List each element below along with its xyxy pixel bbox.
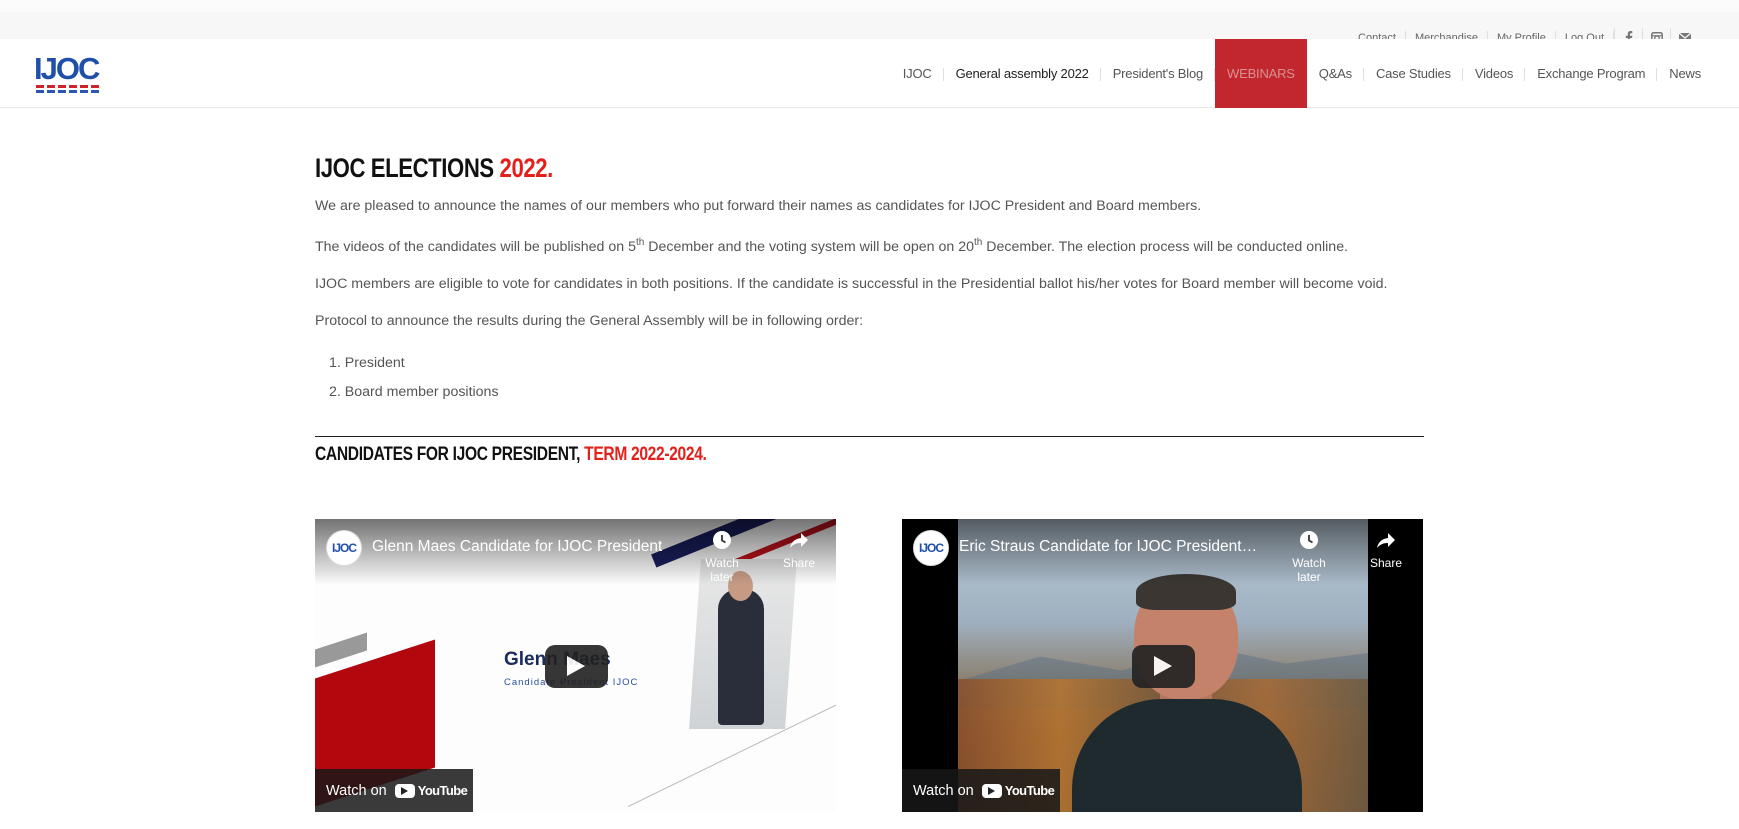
page-title: IJOC ELECTIONS 2022. [315, 153, 553, 184]
video-title[interactable]: Glenn Maes Candidate for IJOC President [372, 538, 662, 556]
video-title[interactable]: Eric Straus Candidate for IJOC President… [959, 538, 1257, 556]
nav-item-general-assembly[interactable]: General assembly 2022 [944, 39, 1101, 108]
share-icon [1377, 533, 1395, 548]
order-list-item: 2. Board member positions [329, 384, 499, 400]
watch-later-label: Watch later [1292, 556, 1326, 584]
nav-item-ijoc[interactable]: IJOC [891, 39, 944, 108]
play-icon [567, 656, 585, 676]
nav-item-case-studies[interactable]: Case Studies [1364, 39, 1463, 108]
share-button[interactable]: Share [774, 529, 824, 570]
watch-later-button[interactable]: Watch later [1284, 529, 1334, 584]
intro-paragraph: We are pleased to announce the names of … [315, 198, 1202, 214]
watch-on-youtube-button[interactable]: Watch on YouTube [902, 769, 1060, 812]
title-text: IJOC ELECTIONS [315, 153, 500, 183]
share-button[interactable]: Share [1361, 529, 1411, 570]
nav-item-webinars[interactable]: WEBINARS [1215, 39, 1307, 108]
youtube-play-icon [394, 783, 415, 798]
play-button[interactable] [544, 644, 608, 688]
main-nav: IJOC General assembly 2022 President's B… [891, 39, 1713, 108]
watch-on-youtube-button[interactable]: Watch on YouTube [315, 769, 473, 812]
share-label: Share [782, 556, 816, 570]
share-label: Share [1369, 556, 1403, 570]
watch-on-label: Watch on [913, 782, 974, 799]
nav-item-news[interactable]: News [1657, 39, 1713, 108]
watch-on-label: Watch on [326, 782, 387, 799]
video-embed-eric-straus[interactable]: IJOC Eric Straus Candidate for IJOC Pres… [902, 519, 1423, 812]
candidates-heading-term: TERM 2022-2024. [584, 444, 707, 465]
thumbnail-person-body [718, 589, 764, 725]
nav-item-presidents-blog[interactable]: President's Blog [1101, 39, 1216, 108]
youtube-wordmark: YouTube [417, 783, 468, 798]
schedule-text-c: December. The election process will be c… [982, 239, 1349, 255]
clock-icon [1300, 531, 1318, 549]
play-icon [1154, 656, 1172, 676]
youtube-wordmark: YouTube [1004, 783, 1055, 798]
thumbnail-gray-band [315, 632, 367, 668]
schedule-paragraph: The videos of the candidates will be pub… [315, 237, 1348, 257]
logo-red-stripes [36, 85, 99, 88]
candidates-heading-text: CANDIDATES FOR IJOC PRESIDENT, [315, 444, 585, 465]
title-year: 2022. [499, 153, 554, 183]
candidates-heading: CANDIDATES FOR IJOC PRESIDENT, TERM 2022… [315, 444, 707, 466]
logo-blue-stripes [36, 90, 99, 93]
youtube-logo: YouTube [981, 783, 1055, 798]
schedule-text-a: The videos of the candidates will be pub… [315, 239, 637, 255]
youtube-logo: YouTube [394, 783, 468, 798]
watch-later-button[interactable]: Watch later [697, 529, 747, 584]
protocol-paragraph: Protocol to announce the results during … [315, 313, 864, 329]
nav-item-exchange-program[interactable]: Exchange Program [1525, 39, 1658, 108]
channel-avatar[interactable]: IJOC [913, 530, 949, 566]
eligibility-paragraph: IJOC members are eligible to vote for ca… [315, 276, 1388, 292]
main-header: IJOC IJOC General assembly 2022 Presiden… [0, 39, 1739, 108]
youtube-play-icon [981, 783, 1002, 798]
video-embed-glenn-maes[interactable]: Glenn Maes Candidate President IJOC IJOC… [315, 519, 836, 812]
order-list: 1. President 2. Board member positions [329, 349, 499, 407]
channel-avatar[interactable]: IJOC [326, 530, 362, 566]
clock-icon [713, 531, 731, 549]
logo-text: IJOC [34, 51, 100, 86]
play-button[interactable] [1131, 644, 1195, 688]
watch-later-label: Watch later [705, 556, 739, 584]
order-list-item: 1. President [329, 355, 405, 371]
section-divider [315, 436, 1424, 437]
share-icon [790, 533, 808, 548]
nav-item-qas[interactable]: Q&As [1307, 39, 1365, 108]
ijoc-logo[interactable]: IJOC [34, 51, 104, 94]
schedule-text-b: December and the voting system will be o… [644, 239, 975, 255]
nav-item-videos[interactable]: Videos [1463, 39, 1526, 108]
top-utility-bar: Contact Merchandise My Profile Log Out [0, 0, 1739, 48]
